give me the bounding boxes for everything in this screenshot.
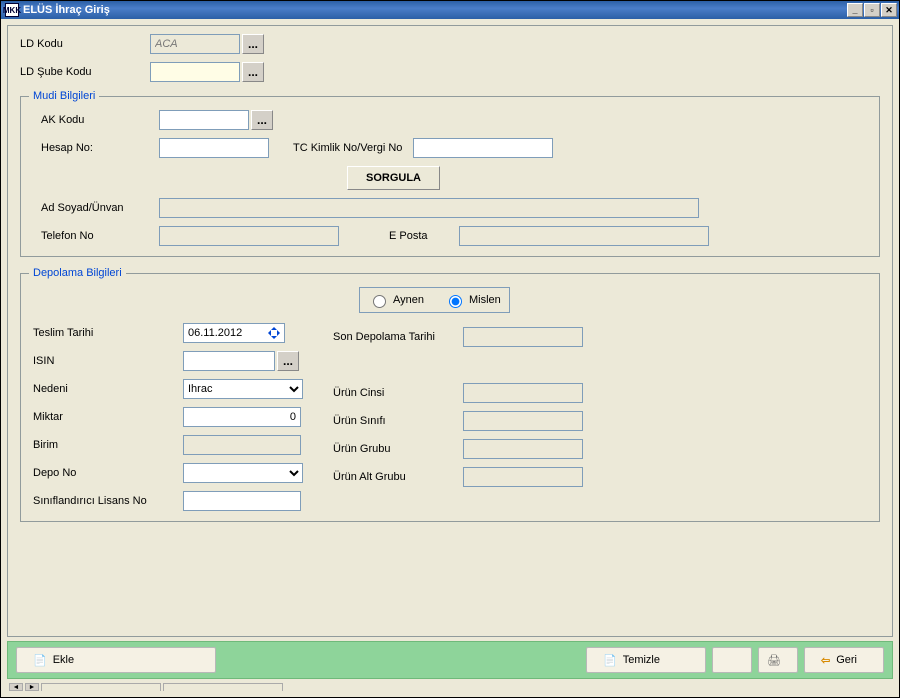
tc-kimlik-input[interactable] <box>413 138 553 158</box>
ld-kodu-lookup-button[interactable]: ... <box>242 34 264 54</box>
maximize-button[interactable]: ▫ <box>864 3 880 17</box>
urun-sinifi-label: Ürün Sınıfı <box>333 415 463 427</box>
calendar-icon[interactable] <box>264 324 284 342</box>
isin-input[interactable] <box>183 351 275 371</box>
ld-sube-kodu-lookup-button[interactable]: ... <box>242 62 264 82</box>
depolama-bilgileri-fieldset: Depolama Bilgileri Aynen Mislen <box>20 267 880 522</box>
telefon-input <box>159 226 339 246</box>
ld-kodu-input <box>150 34 240 54</box>
ak-kodu-label: AK Kodu <box>41 114 159 126</box>
ad-soyad-input <box>159 198 699 218</box>
blank-button[interactable] <box>712 647 752 673</box>
ld-kodu-label: LD Kodu <box>20 38 150 50</box>
birim-input <box>183 435 301 455</box>
tab-stub-1[interactable] <box>41 683 161 691</box>
miktar-label: Miktar <box>33 411 183 423</box>
bottom-tab-strip: ◄ ► <box>7 683 893 691</box>
urun-grubu-label: Ürün Grubu <box>333 443 463 455</box>
siniflandirici-label: Sınıflandırıcı Lisans No <box>33 495 183 507</box>
isin-label: ISIN <box>33 355 183 367</box>
clean-icon <box>603 654 617 667</box>
minimize-button[interactable]: _ <box>847 3 863 17</box>
nedeni-label: Nedeni <box>33 383 183 395</box>
print-icon <box>767 654 781 667</box>
back-arrow-icon: ⇦ <box>821 654 830 667</box>
depo-no-combo[interactable] <box>183 463 303 483</box>
son-depolama-input <box>463 327 583 347</box>
ld-sube-kodu-input[interactable] <box>150 62 240 82</box>
tab-scroll-left[interactable]: ◄ <box>9 683 23 691</box>
siniflandirici-input[interactable] <box>183 491 301 511</box>
mudi-bilgileri-legend: Mudi Bilgileri <box>29 90 99 102</box>
temizle-button[interactable]: Temizle <box>586 647 706 673</box>
window-title: ELÜS İhraç Giriş <box>23 4 846 16</box>
aynen-radio-label[interactable]: Aynen <box>368 292 424 308</box>
aynen-mislen-radio-group: Aynen Mislen <box>359 287 510 313</box>
ad-soyad-label: Ad Soyad/Ünvan <box>41 202 159 214</box>
depolama-bilgileri-legend: Depolama Bilgileri <box>29 267 126 279</box>
geri-button[interactable]: ⇦ Geri <box>804 647 884 673</box>
sorgula-button[interactable]: SORGULA <box>347 166 440 190</box>
hesap-no-label: Hesap No: <box>41 142 159 154</box>
teslim-tarihi-label: Teslim Tarihi <box>33 327 183 339</box>
action-bar: Ekle Temizle ⇦ Geri <box>7 641 893 679</box>
close-button[interactable]: ✕ <box>881 3 897 17</box>
telefon-label: Telefon No <box>41 230 159 242</box>
main-panel: LD Kodu ... LD Şube Kodu ... Mudi Bilgil… <box>7 25 893 637</box>
tc-kimlik-label: TC Kimlik No/Vergi No <box>293 142 413 154</box>
titlebar[interactable]: MKK ELÜS İhraç Giriş _ ▫ ✕ <box>1 1 899 19</box>
urun-alt-grubu-input <box>463 467 583 487</box>
miktar-input[interactable] <box>183 407 301 427</box>
urun-cinsi-label: Ürün Cinsi <box>333 387 463 399</box>
mislen-radio[interactable] <box>449 295 462 308</box>
app-icon: MKK <box>5 3 19 17</box>
urun-alt-grubu-label: Ürün Alt Grubu <box>333 471 463 483</box>
depo-no-label: Depo No <box>33 467 183 479</box>
ak-kodu-lookup-button[interactable]: ... <box>251 110 273 130</box>
ekle-button[interactable]: Ekle <box>16 647 216 673</box>
print-button[interactable] <box>758 647 798 673</box>
urun-cinsi-input <box>463 383 583 403</box>
mislen-radio-label[interactable]: Mislen <box>444 292 501 308</box>
birim-label: Birim <box>33 439 183 451</box>
eposta-label: E Posta <box>389 230 459 242</box>
eposta-input <box>459 226 709 246</box>
teslim-tarihi-picker[interactable] <box>183 323 285 343</box>
urun-sinifi-input <box>463 411 583 431</box>
urun-grubu-input <box>463 439 583 459</box>
mudi-bilgileri-fieldset: Mudi Bilgileri AK Kodu ... Hesap No: TC … <box>20 90 880 257</box>
aynen-radio[interactable] <box>373 295 386 308</box>
son-depolama-label: Son Depolama Tarihi <box>333 331 463 343</box>
tab-stub-2[interactable] <box>163 683 283 691</box>
ld-sube-kodu-label: LD Şube Kodu <box>20 66 150 78</box>
tab-scroll-right[interactable]: ► <box>25 683 39 691</box>
nedeni-combo[interactable]: Ihrac <box>183 379 303 399</box>
isin-lookup-button[interactable]: ... <box>277 351 299 371</box>
teslim-tarihi-input[interactable] <box>184 326 264 340</box>
hesap-no-input[interactable] <box>159 138 269 158</box>
document-icon <box>33 654 47 667</box>
ak-kodu-input[interactable] <box>159 110 249 130</box>
